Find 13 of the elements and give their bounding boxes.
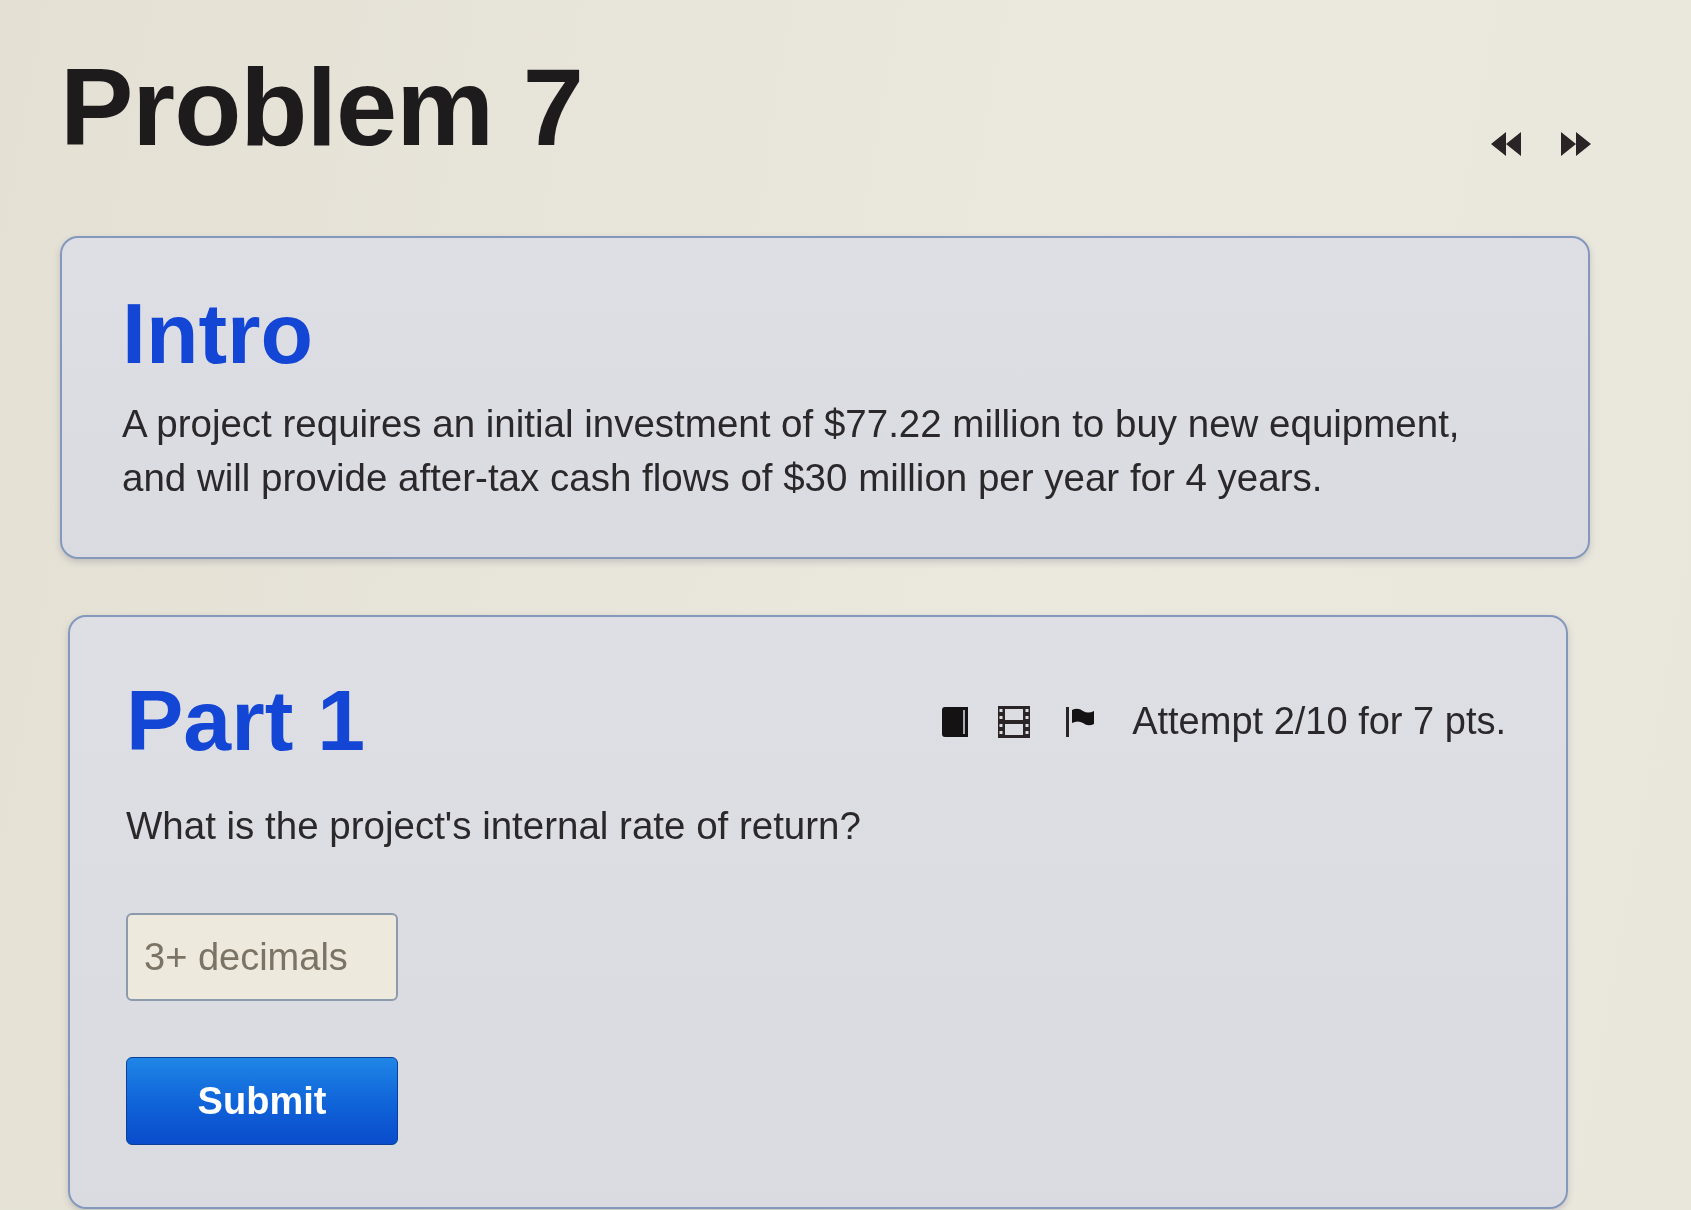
section-heading: Intro [122, 286, 314, 381]
film-icon[interactable] [998, 705, 1031, 738]
fast-forward-icon[interactable] [1561, 132, 1591, 156]
flag-icon[interactable] [1066, 706, 1095, 737]
page-title: Problem 7 [60, 52, 583, 162]
intro-text: A project requires an initial investment of $77.22 million to buy new equipment, and will provide after-tax cash flows of $30 million per year for 4 years. [122, 400, 1461, 501]
question-text: What is the project's internal rate of return? [126, 803, 861, 850]
submit-button[interactable]: Submit [126, 1057, 398, 1146]
rewind-icon[interactable] [1491, 132, 1521, 156]
book-icon[interactable] [942, 706, 969, 737]
attempt-info: Attempt 2/10 for 7 pts. [1132, 700, 1506, 744]
section-heading: Part 1 [126, 672, 366, 768]
answer-field[interactable]: 3+ decimals [126, 913, 398, 1002]
